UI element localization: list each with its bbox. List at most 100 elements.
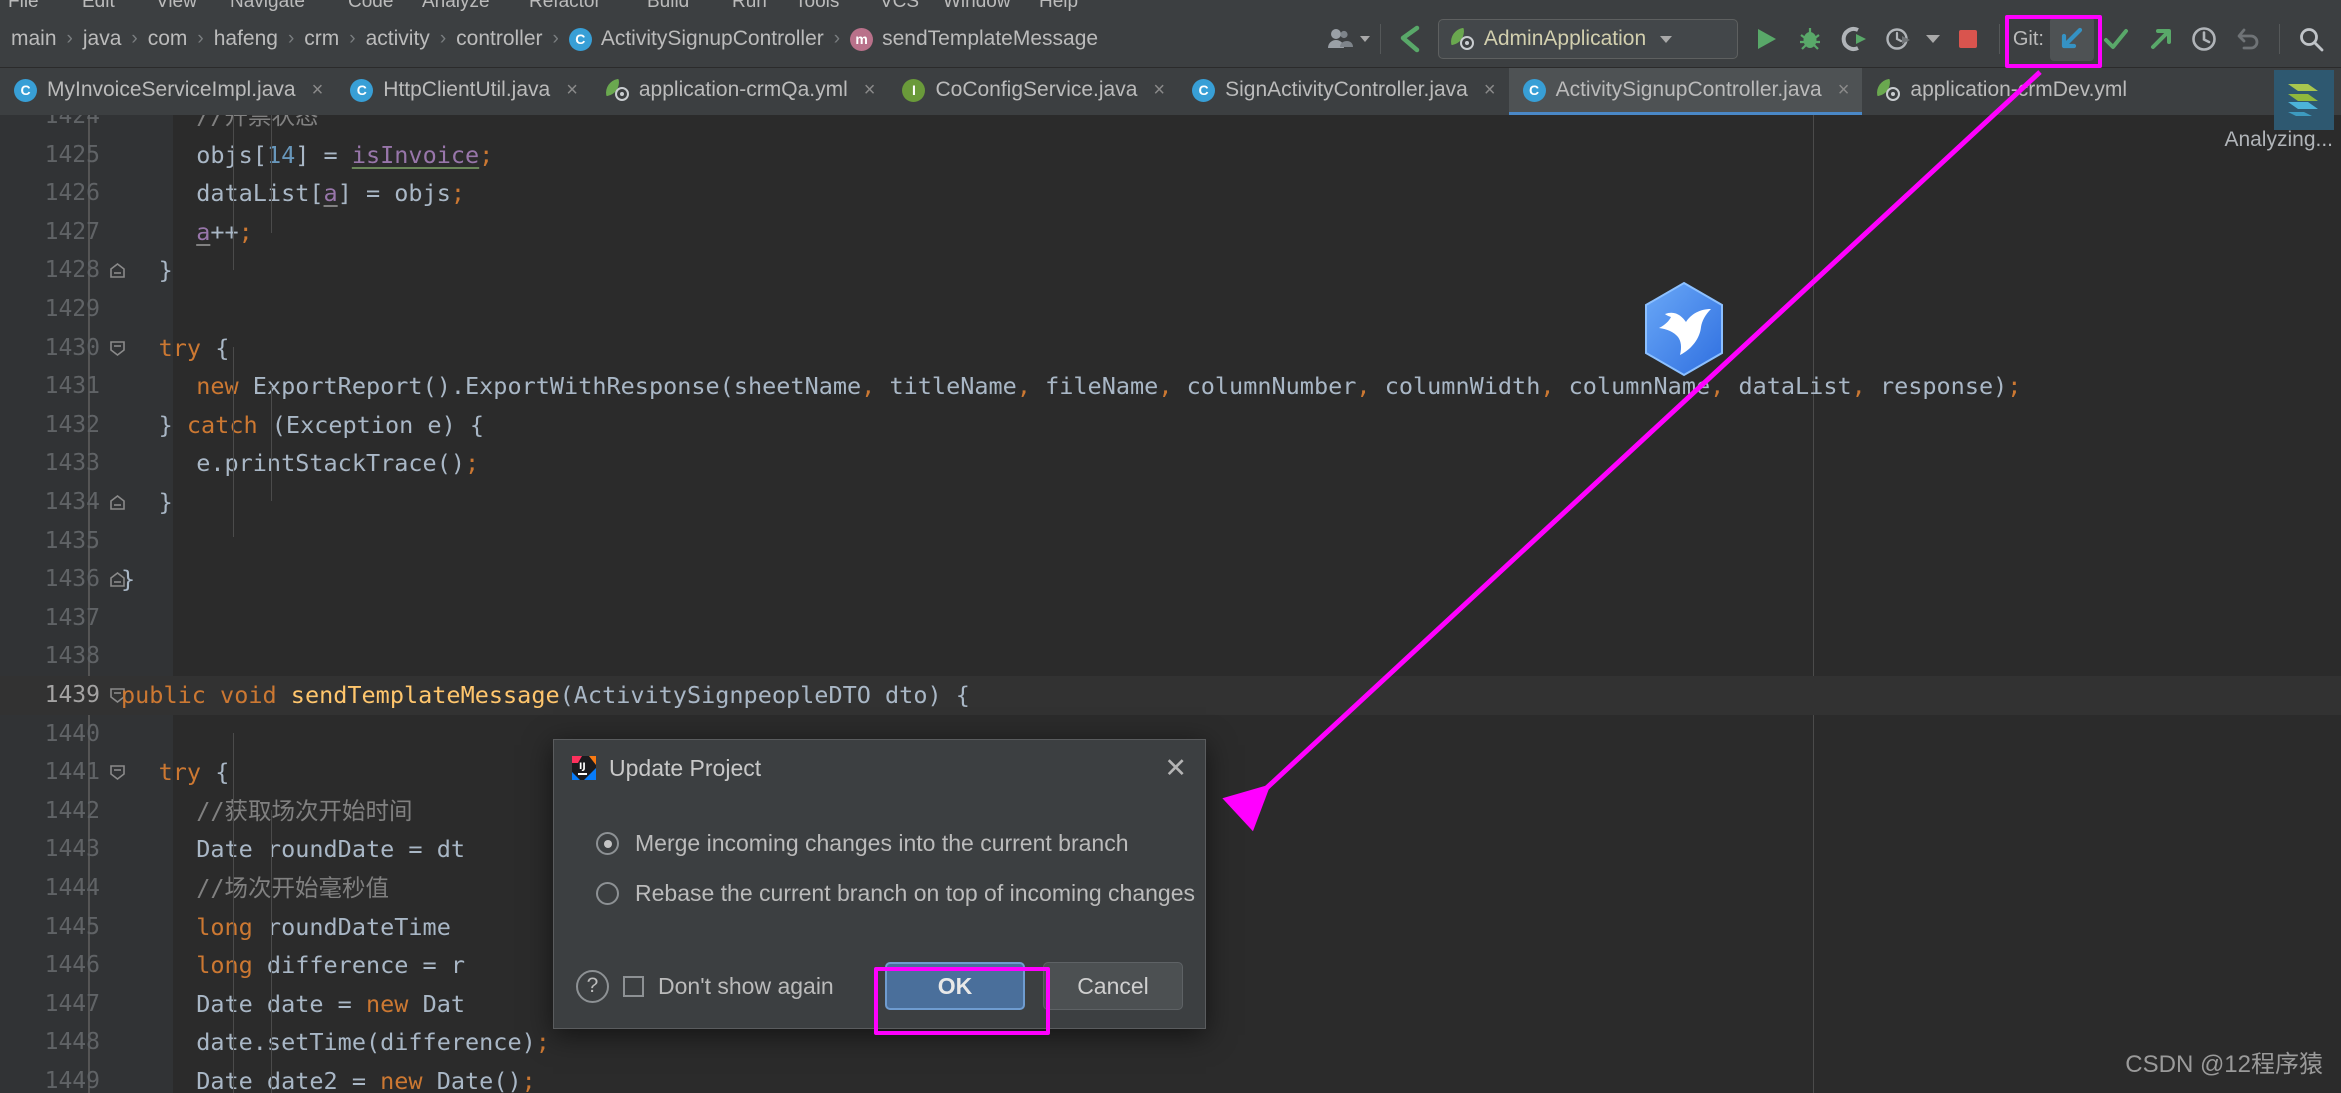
profiler-dropdown-icon[interactable] (1920, 17, 1946, 61)
code-line[interactable]: Date roundDate = dt (196, 830, 465, 869)
radio-option-2[interactable]: Rebase the current branch on top of inco… (596, 880, 1205, 907)
line-number: 1435 (44, 527, 100, 554)
code-line[interactable]: } (121, 560, 135, 599)
menu-item-view[interactable]: View (156, 0, 197, 11)
code-line[interactable]: try { (159, 753, 230, 792)
breadcrumb-item-crm[interactable]: crm (299, 25, 344, 53)
code-line[interactable]: //场次开始毫秒值 (196, 869, 389, 908)
close-tab-icon[interactable]: × (864, 79, 876, 102)
dont-show-again-checkbox[interactable] (623, 975, 644, 997)
dialog-body: Merge incoming changes into the current … (554, 796, 1205, 907)
run-configuration-selector[interactable]: AdminApplication (1437, 19, 1738, 59)
run-with-coverage-button[interactable] (1832, 17, 1876, 61)
menu-item-vcs[interactable]: VCS (880, 0, 919, 11)
code-line[interactable]: dataList[a] = objs; (196, 174, 465, 213)
editor-tab-application-crmdev-yml[interactable]: application-crmDev.yml (1862, 68, 2140, 115)
cancel-button[interactable]: Cancel (1043, 962, 1183, 1010)
code-line[interactable]: Date date2 = new Date(); (196, 1062, 536, 1093)
fold-start-icon[interactable] (108, 339, 127, 358)
green-arrow-icon[interactable] (1390, 17, 1434, 61)
ok-button[interactable]: OK (885, 962, 1025, 1010)
code-line[interactable]: objs[14] = isInvoice; (196, 136, 493, 175)
menu-item-help[interactable]: Help (1039, 0, 1078, 11)
close-icon[interactable]: ✕ (1160, 754, 1191, 782)
share-people-icon[interactable] (1327, 17, 1371, 61)
breadcrumb-label: java (82, 27, 122, 50)
update-project-button[interactable] (2050, 17, 2094, 61)
line-number: 1429 (44, 296, 100, 322)
code-line[interactable]: try { (159, 329, 230, 368)
main-menu-bar[interactable]: File Edit View Navigate Code Analyze Refactor B… (0, 0, 2341, 11)
line-number: 1434 (44, 489, 100, 515)
menu-item-tools[interactable]: Tools (795, 0, 839, 11)
commit-button[interactable] (2094, 17, 2138, 61)
code-line[interactable]: date.setTime(difference); (196, 1023, 550, 1062)
interface-icon: I (902, 78, 926, 102)
menu-item-refactor[interactable]: Refactor (529, 0, 601, 11)
breadcrumb-item-java[interactable]: java (78, 25, 127, 53)
radio-button[interactable] (596, 882, 619, 905)
breadcrumb-item-controller[interactable]: controller (451, 25, 547, 53)
breadcrumb-separator: › (287, 28, 295, 49)
breadcrumb-item-hafeng[interactable]: hafeng (209, 25, 283, 53)
menu-item-navigate[interactable]: Navigate (230, 0, 305, 11)
code-line[interactable]: } (159, 483, 173, 522)
radio-option-1[interactable]: Merge incoming changes into the current … (596, 830, 1205, 857)
close-tab-icon[interactable]: × (312, 79, 324, 102)
code-text-area[interactable] (173, 115, 2341, 1093)
breadcrumb-label: ActivitySignupController (600, 27, 824, 50)
close-tab-icon[interactable]: × (1153, 79, 1165, 102)
rollback-button[interactable] (2226, 17, 2270, 61)
run-button[interactable] (1744, 17, 1788, 61)
editor-tab-activitysignupcontroller-java[interactable]: C ActivitySignupController.java × (1508, 68, 1863, 115)
code-line[interactable]: Date date = new Dat (196, 985, 465, 1024)
profiler-button[interactable] (1876, 17, 1920, 61)
editor-tab-coconfigservice-java[interactable]: I CoConfigService.java × (888, 68, 1178, 115)
stop-button[interactable] (1946, 17, 1990, 61)
menu-item-edit[interactable]: Edit (82, 0, 115, 11)
menu-item-build[interactable]: Build (647, 0, 689, 11)
push-button[interactable] (2138, 17, 2182, 61)
fold-start-icon[interactable] (108, 763, 127, 782)
toolbar-separator-2 (1998, 24, 2000, 54)
code-line[interactable]: long difference = r (196, 946, 465, 985)
fold-end-icon[interactable] (108, 261, 127, 280)
breadcrumb-label: hafeng (213, 27, 278, 50)
editor-tab-label: CoConfigService.java (935, 78, 1138, 101)
menu-item-window[interactable]: Window (943, 0, 1011, 11)
breadcrumb-item-com[interactable]: com (143, 25, 193, 53)
history-button[interactable] (2182, 17, 2226, 61)
code-line[interactable]: new ExportReport().ExportWithResponse(sh… (196, 367, 2021, 406)
sonarlint-icon[interactable] (2274, 70, 2334, 130)
debug-button[interactable] (1788, 17, 1832, 61)
code-line[interactable]: a++; (196, 213, 253, 252)
breadcrumb-item-activitysignupcontroller[interactable]: C ActivitySignupController (564, 25, 829, 53)
chevron-down-icon[interactable] (1660, 35, 1673, 43)
menu-item-file[interactable]: File (8, 0, 39, 11)
breadcrumb-item-activity[interactable]: activity (361, 25, 435, 53)
code-line[interactable]: public void sendTemplateMessage(Activity… (121, 676, 970, 715)
editor-tab-myinvoiceserviceimpl-java[interactable]: C MyInvoiceServiceImpl.java × (0, 68, 336, 115)
code-line[interactable]: //获取场次开始时间 (196, 792, 412, 831)
close-tab-icon[interactable]: × (1484, 79, 1496, 102)
help-icon[interactable]: ? (576, 969, 609, 1003)
close-tab-icon[interactable]: × (566, 79, 578, 102)
code-line[interactable]: } (159, 251, 173, 290)
search-everywhere-button[interactable] (2289, 17, 2333, 61)
close-tab-icon[interactable]: × (1838, 79, 1850, 102)
menu-item-code[interactable]: Code (348, 0, 393, 11)
editor-tab-httpclientutil-java[interactable]: C HttpClientUtil.java × (336, 68, 591, 115)
breadcrumb-item-main[interactable]: main (6, 25, 62, 53)
editor-tab-signactivitycontroller-java[interactable]: C SignActivityController.java × (1178, 68, 1508, 115)
code-line[interactable]: //开票状态 (196, 115, 318, 136)
breadcrumb-item-sendtemplatemessage[interactable]: m sendTemplateMessage (845, 25, 1103, 53)
fold-end-icon[interactable] (108, 493, 127, 512)
spring-leaf-icon (1448, 27, 1474, 50)
radio-button[interactable] (596, 832, 619, 855)
code-line[interactable]: long roundDateTime (196, 908, 451, 947)
code-line[interactable]: e.printStackTrace(); (196, 444, 479, 483)
editor-tab-application-crmqa-yml[interactable]: application-crmQa.yml × (591, 68, 889, 115)
menu-item-analyze[interactable]: Analyze (422, 0, 490, 11)
menu-item-run[interactable]: Run (732, 0, 767, 11)
code-line[interactable]: } catch (Exception e) { (159, 406, 484, 445)
